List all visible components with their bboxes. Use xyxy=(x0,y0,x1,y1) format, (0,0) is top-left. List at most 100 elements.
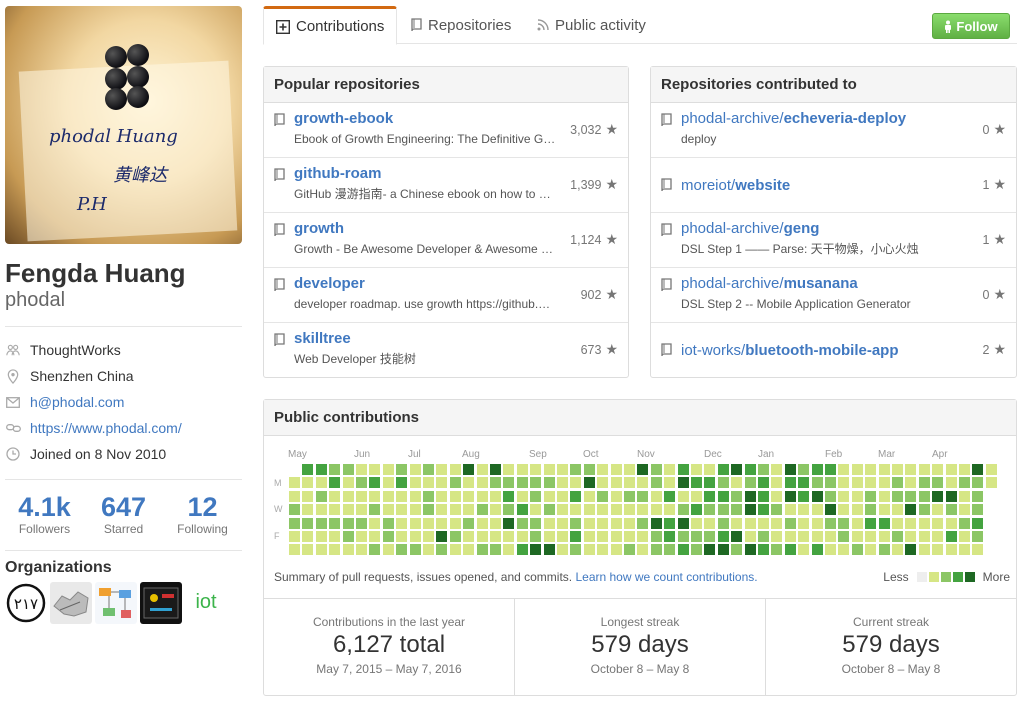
calendar-day[interactable] xyxy=(650,531,662,542)
calendar-day[interactable] xyxy=(892,544,903,556)
calendar-day[interactable] xyxy=(838,490,850,502)
calendar-day[interactable] xyxy=(905,531,917,542)
calendar-day[interactable] xyxy=(851,517,863,529)
calendar-day[interactable] xyxy=(476,490,488,502)
calendar-day[interactable] xyxy=(329,544,341,556)
calendar-day[interactable] xyxy=(530,544,542,556)
calendar-day[interactable] xyxy=(342,464,354,475)
calendar-day[interactable] xyxy=(329,504,341,516)
calendar-day[interactable] xyxy=(315,531,327,542)
calendar-day[interactable] xyxy=(369,544,381,556)
calendar-day[interactable] xyxy=(289,517,300,529)
calendar-day[interactable] xyxy=(650,544,662,556)
calendar-day[interactable] xyxy=(342,517,354,529)
follow-button[interactable]: Follow xyxy=(932,13,1010,39)
calendar-day[interactable] xyxy=(583,464,595,475)
calendar-day[interactable] xyxy=(677,517,689,529)
calendar-day[interactable] xyxy=(972,504,984,516)
calendar-day[interactable] xyxy=(382,504,394,516)
calendar-day[interactable] xyxy=(463,544,475,556)
calendar-day[interactable] xyxy=(329,490,341,502)
calendar-day[interactable] xyxy=(878,517,890,529)
calendar-day[interactable] xyxy=(932,517,944,529)
calendar-day[interactable] xyxy=(570,490,582,502)
calendar-day[interactable] xyxy=(717,517,729,529)
calendar-day[interactable] xyxy=(892,531,903,542)
calendar-day[interactable] xyxy=(570,544,582,556)
calendar-day[interactable] xyxy=(677,544,689,556)
calendar-day[interactable] xyxy=(664,531,676,542)
calendar-day[interactable] xyxy=(825,464,836,475)
email-link[interactable]: h@phodal.com xyxy=(30,394,124,410)
calendar-day[interactable] xyxy=(851,464,863,475)
calendar-day[interactable] xyxy=(396,504,408,516)
calendar-day[interactable] xyxy=(356,490,367,502)
calendar-day[interactable] xyxy=(972,517,984,529)
calendar-day[interactable] xyxy=(985,464,997,475)
calendar-day[interactable] xyxy=(798,477,810,489)
calendar-day[interactable] xyxy=(825,517,836,529)
calendar-day[interactable] xyxy=(717,544,729,556)
calendar-day[interactable] xyxy=(731,490,743,502)
calendar-day[interactable] xyxy=(543,531,555,542)
calendar-day[interactable] xyxy=(476,504,488,516)
calendar-day[interactable] xyxy=(838,504,850,516)
calendar-day[interactable] xyxy=(650,504,662,516)
calendar-day[interactable] xyxy=(503,504,515,516)
calendar-day[interactable] xyxy=(945,544,957,556)
calendar-day[interactable] xyxy=(945,531,957,542)
calendar-day[interactable] xyxy=(476,517,488,529)
calendar-day[interactable] xyxy=(811,477,823,489)
calendar-day[interactable] xyxy=(758,504,769,516)
calendar-day[interactable] xyxy=(851,477,863,489)
calendar-day[interactable] xyxy=(784,504,796,516)
calendar-day[interactable] xyxy=(382,531,394,542)
calendar-day[interactable] xyxy=(597,544,609,556)
calendar-day[interactable] xyxy=(570,531,582,542)
calendar-day[interactable] xyxy=(315,544,327,556)
calendar-day[interactable] xyxy=(811,504,823,516)
calendar-day[interactable] xyxy=(784,517,796,529)
calendar-day[interactable] xyxy=(865,464,877,475)
calendar-day[interactable] xyxy=(396,477,408,489)
calendar-day[interactable] xyxy=(315,517,327,529)
calendar-day[interactable] xyxy=(583,517,595,529)
calendar-day[interactable] xyxy=(409,531,421,542)
calendar-day[interactable] xyxy=(664,517,676,529)
calendar-day[interactable] xyxy=(784,490,796,502)
calendar-day[interactable] xyxy=(784,477,796,489)
calendar-day[interactable] xyxy=(610,490,622,502)
calendar-day[interactable] xyxy=(637,464,649,475)
calendar-day[interactable] xyxy=(530,477,542,489)
calendar-day[interactable] xyxy=(476,531,488,542)
calendar-day[interactable] xyxy=(784,464,796,475)
calendar-day[interactable] xyxy=(892,517,903,529)
calendar-day[interactable] xyxy=(811,544,823,556)
calendar-day[interactable] xyxy=(918,504,930,516)
calendar-day[interactable] xyxy=(530,531,542,542)
calendar-day[interactable] xyxy=(503,464,515,475)
calendar-day[interactable] xyxy=(758,544,769,556)
calendar-day[interactable] xyxy=(865,477,877,489)
calendar-day[interactable] xyxy=(932,464,944,475)
repo-name[interactable]: developer xyxy=(294,275,628,293)
calendar-day[interactable] xyxy=(436,531,448,542)
calendar-day[interactable] xyxy=(945,517,957,529)
calendar-day[interactable] xyxy=(516,477,528,489)
calendar-day[interactable] xyxy=(342,490,354,502)
repo-list-item[interactable]: iot-works/bluetooth-mobile-app 2 ★ xyxy=(651,323,1016,378)
calendar-day[interactable] xyxy=(637,490,649,502)
calendar-day[interactable] xyxy=(865,490,877,502)
calendar-day[interactable] xyxy=(838,544,850,556)
calendar-day[interactable] xyxy=(918,477,930,489)
calendar-day[interactable] xyxy=(945,477,957,489)
calendar-day[interactable] xyxy=(972,477,984,489)
calendar-day[interactable] xyxy=(597,464,609,475)
calendar-day[interactable] xyxy=(624,490,635,502)
calendar-day[interactable] xyxy=(570,504,582,516)
calendar-day[interactable] xyxy=(892,504,903,516)
calendar-day[interactable] xyxy=(423,504,434,516)
calendar-day[interactable] xyxy=(945,490,957,502)
calendar-day[interactable] xyxy=(945,504,957,516)
calendar-day[interactable] xyxy=(744,544,756,556)
